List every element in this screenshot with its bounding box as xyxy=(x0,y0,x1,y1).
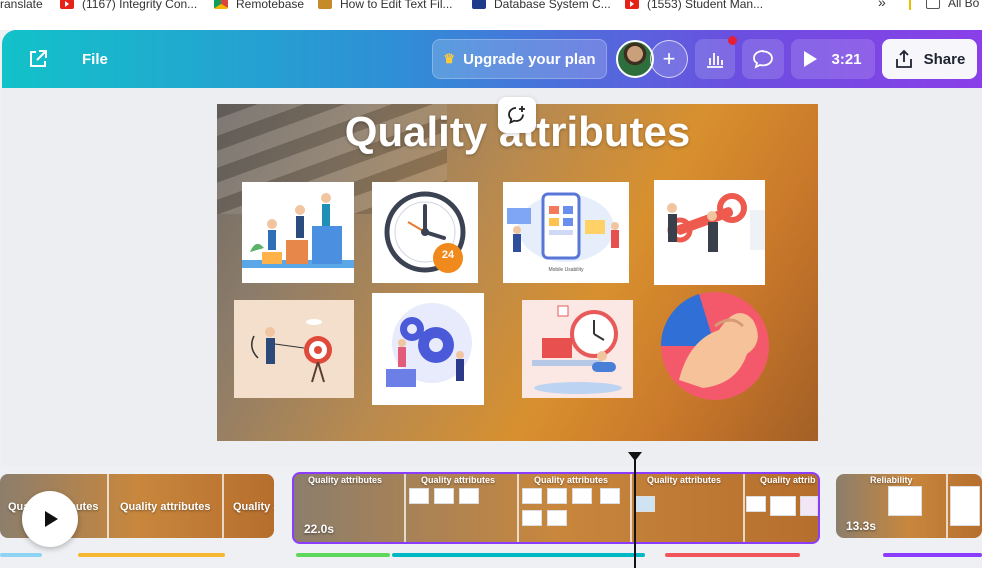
present-button[interactable]: 3:21 xyxy=(791,39,875,79)
timeline-play-button[interactable] xyxy=(22,491,78,547)
share-button[interactable]: Share xyxy=(882,39,977,79)
present-duration: 3:21 xyxy=(831,50,862,68)
add-comment-button[interactable] xyxy=(498,97,536,133)
share-label: Share xyxy=(923,50,966,68)
thumb-divider xyxy=(222,474,224,538)
bookmarks-bar: ranslate (1167) Integrity Con... Remoteb… xyxy=(0,0,982,30)
thumb-image xyxy=(770,496,796,516)
thumb-image xyxy=(888,486,922,516)
clip-progress-bar xyxy=(665,553,800,557)
bookmark-label: ranslate xyxy=(0,0,43,11)
share-icon xyxy=(895,49,912,68)
thumb-divider xyxy=(743,474,745,542)
key-security-illustration[interactable] xyxy=(654,180,765,285)
thumb-image xyxy=(459,488,479,504)
bookmark-label: (1553) Student Man... xyxy=(647,0,764,11)
thumb-divider xyxy=(107,474,109,538)
thumb-image xyxy=(746,496,766,512)
bookmark-integrity[interactable]: (1167) Integrity Con... xyxy=(60,0,197,12)
bookmark-edit-text[interactable]: How to Edit Text Fil... xyxy=(318,0,452,12)
file-menu[interactable]: File xyxy=(82,51,108,68)
upgrade-label: Upgrade your plan xyxy=(463,50,596,68)
leaf-icon xyxy=(318,0,332,9)
teamwork-stairs-illustration[interactable] xyxy=(242,182,354,283)
crown-icon: ♛ xyxy=(443,51,456,66)
clip-thumb-title: Quality attrib xyxy=(760,475,816,485)
youtube-icon xyxy=(60,0,74,9)
mobile-usability-illustration[interactable]: Mobile Usability xyxy=(503,182,629,283)
thumb-image xyxy=(547,510,567,526)
bookmarks-divider xyxy=(909,0,911,10)
bookmark-remotebase[interactable]: Remotebase xyxy=(214,0,304,12)
playhead-handle[interactable] xyxy=(628,452,642,461)
comments-button[interactable] xyxy=(742,39,784,79)
bookmark-label: How to Edit Text Fil... xyxy=(340,0,453,11)
external-link-icon[interactable] xyxy=(28,49,48,69)
archer-target-illustration[interactable] xyxy=(234,300,354,398)
editor-header: File ♛ Upgrade your plan + 3:21 Share xyxy=(2,30,982,88)
folder-icon xyxy=(926,0,940,9)
playhead[interactable] xyxy=(634,456,636,568)
clip-duration: 22.0s xyxy=(304,522,335,536)
thumb-image xyxy=(409,488,429,504)
avatar[interactable] xyxy=(616,40,654,78)
strong-arm-illustration[interactable] xyxy=(659,290,773,402)
clip-progress-bar xyxy=(392,553,645,557)
thumb-image xyxy=(572,488,592,504)
clip-progress-bar xyxy=(883,553,982,557)
clip-thumb-title: Quality attributes xyxy=(120,501,211,513)
clip-thumb-title: Reliability xyxy=(870,475,913,485)
timeline-clip-selected[interactable]: Quality attributes Quality attributes Qu… xyxy=(292,472,820,544)
thumb-divider xyxy=(946,474,948,538)
book-icon xyxy=(472,0,486,9)
bookmark-student[interactable]: (1553) Student Man... xyxy=(625,0,763,12)
bookmark-label: (1167) Integrity Con... xyxy=(82,0,198,11)
thumb-divider xyxy=(404,474,406,542)
clip-progress-bar xyxy=(78,553,225,557)
clip-progress-bar xyxy=(0,553,42,557)
clock-badge: 24 xyxy=(441,249,455,261)
clip-duration: 13.3s xyxy=(846,519,877,533)
thumb-image xyxy=(800,496,818,516)
thumb-image xyxy=(434,488,454,504)
insights-button[interactable] xyxy=(695,39,735,79)
clip-thumb-title: Quality attributes xyxy=(647,475,722,485)
clip-progress-bar xyxy=(296,553,390,557)
clip-thumb-title: Quality attributes xyxy=(421,475,496,485)
notification-dot xyxy=(728,36,737,45)
thumb-image xyxy=(547,488,567,504)
all-bookmarks-folder[interactable]: All Bo xyxy=(926,0,979,10)
upgrade-plan-button[interactable]: ♛ Upgrade your plan xyxy=(432,39,607,79)
bookmark-translate[interactable]: ranslate xyxy=(0,0,43,12)
gears-illustration[interactable] xyxy=(372,293,484,405)
comment-plus-icon xyxy=(508,106,525,125)
slide-canvas[interactable]: Quality attributes 24 Mobile Usability xyxy=(217,104,818,441)
clip-thumb-title: Quality attributes xyxy=(308,475,383,485)
add-collaborator-button[interactable]: + xyxy=(650,40,688,78)
youtube-icon xyxy=(625,0,639,9)
bookmark-label: Database System C... xyxy=(494,0,611,11)
bookmark-label: Remotebase xyxy=(236,0,305,11)
chrome-icon xyxy=(214,0,228,9)
folder-label: All Bo xyxy=(948,0,980,10)
bookmark-database[interactable]: Database System C... xyxy=(472,0,611,12)
clip-thumb-title: Quality attributes xyxy=(534,475,609,485)
bar-chart-icon xyxy=(707,53,723,68)
clip-thumb-title: Quality a xyxy=(233,501,274,513)
thumb-divider xyxy=(630,474,632,542)
comment-icon xyxy=(753,50,773,69)
thumb-image xyxy=(522,488,542,504)
thumb-image xyxy=(522,510,542,526)
play-icon xyxy=(804,51,818,67)
bookmarks-more-button[interactable]: » xyxy=(878,0,886,10)
thumb-image xyxy=(950,486,980,526)
mobile-caption: Mobile Usability xyxy=(548,267,584,273)
thumb-image xyxy=(600,488,620,504)
thumb-image xyxy=(635,496,655,512)
thumb-divider xyxy=(517,474,519,542)
timeline-clip[interactable]: Reliability 13.3s xyxy=(836,474,982,538)
time-management-illustration[interactable] xyxy=(522,300,633,398)
play-icon xyxy=(45,511,58,527)
clock-24-illustration[interactable]: 24 xyxy=(372,182,478,283)
